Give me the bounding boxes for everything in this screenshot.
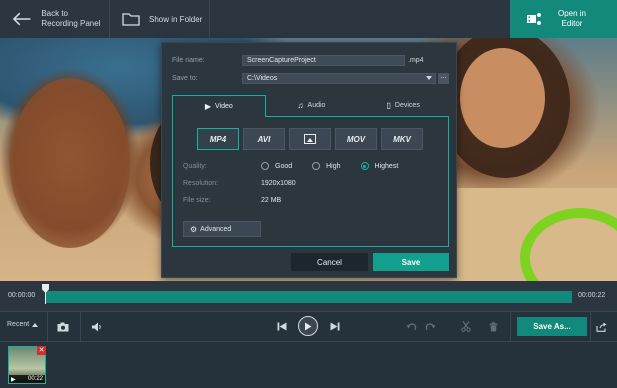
save-to-label: Save to: — [172, 75, 198, 82]
resolution-label: Resolution: — [183, 180, 219, 187]
redo-icon — [425, 323, 435, 331]
speaker-icon — [92, 322, 101, 331]
skip-forward-icon — [330, 322, 340, 331]
recent-recordings-strip: ✕ ▶ 00:22 — [0, 342, 617, 388]
chevron-up-icon — [32, 322, 39, 327]
save-to-row: Save to: C:\Videos ... — [172, 73, 449, 84]
format-selector: MP4 AVI MOV MKV — [197, 128, 427, 150]
back-button-label: Back to Recording Panel — [41, 9, 101, 28]
quality-label: Quality: — [183, 162, 207, 170]
scissors-icon — [461, 321, 471, 332]
top-toolbar: Back to Recording Panel Show in Folder O… — [0, 0, 617, 38]
quality-row: Quality: Good High Highest — [183, 162, 418, 170]
open-in-editor-button[interactable]: Open in Editor — [510, 0, 617, 38]
tab-video-label: Video — [215, 103, 233, 110]
start-time: 00:00:00 — [8, 292, 36, 299]
snapshot-button[interactable] — [55, 320, 71, 333]
undo-icon — [406, 323, 416, 331]
resolution-value: 1920x1080 — [261, 180, 296, 187]
play-icon: ▶ — [11, 376, 16, 383]
folder-icon — [122, 13, 140, 26]
resolution-row: Resolution: 1920x1080 — [183, 180, 296, 187]
format-mkv-button[interactable]: MKV — [381, 128, 423, 150]
recent-dropdown[interactable]: Recent — [7, 321, 39, 328]
export-dialog: File name: ScreenCaptureProject .mp4 Sav… — [161, 42, 457, 278]
trash-icon — [489, 321, 497, 331]
export-tabs: ▶ Video ♫ Audio ▯ Devices — [172, 95, 450, 117]
share-button[interactable] — [594, 320, 608, 333]
camera-icon — [57, 322, 69, 331]
timeline: 00:00:00 00:00:22 — [0, 281, 617, 311]
play-button[interactable] — [298, 316, 318, 336]
film-scissors-icon — [527, 13, 541, 25]
save-as-button[interactable]: Save As... — [517, 317, 587, 336]
tab-audio-label: Audio — [307, 102, 326, 109]
timeline-track[interactable] — [46, 291, 572, 303]
tab-video[interactable]: ▶ Video — [172, 95, 266, 117]
back-to-recording-panel-button[interactable]: Back to Recording Panel — [0, 0, 110, 38]
image-icon — [304, 134, 316, 144]
file-size-label: File size: — [183, 197, 211, 204]
format-image-button[interactable] — [289, 128, 331, 150]
tab-audio[interactable]: ♫ Audio — [265, 95, 358, 117]
file-name-label: File name: — [172, 57, 205, 64]
file-size-row: File size: 22 MB — [183, 197, 281, 204]
save-button[interactable]: Save — [373, 253, 449, 271]
skip-to-end-button[interactable] — [328, 320, 342, 333]
show-in-folder-button[interactable]: Show in Folder — [110, 0, 210, 38]
save-to-dropdown[interactable]: C:\Videos — [242, 73, 436, 84]
advanced-button[interactable]: ⚙ Advanced — [183, 221, 261, 237]
app-window: Back to Recording Panel Show in Folder O… — [0, 0, 617, 388]
show-in-folder-label: Show in Folder — [149, 14, 203, 24]
music-note-icon: ♫ — [297, 101, 304, 110]
file-name-row: File name: ScreenCaptureProject .mp4 — [172, 55, 424, 66]
skip-back-icon — [277, 322, 287, 331]
delete-button[interactable] — [486, 320, 500, 333]
tab-devices[interactable]: ▯ Devices — [357, 95, 450, 117]
phone-icon: ▯ — [386, 101, 391, 110]
thumbnail-info-bar: ▶ 00:22 — [9, 375, 45, 383]
video-settings-panel: MP4 AVI MOV MKV Quality: Good High Highe… — [172, 117, 449, 247]
format-mp4-button[interactable]: MP4 — [197, 128, 239, 150]
redo-button[interactable] — [423, 320, 437, 333]
file-size-value: 22 MB — [261, 197, 282, 204]
gear-icon: ⚙ — [190, 224, 198, 234]
quality-high-radio[interactable]: High — [312, 162, 341, 170]
format-mov-button[interactable]: MOV — [335, 128, 377, 150]
thumbnail-duration: 00:22 — [27, 376, 43, 382]
cut-button[interactable] — [459, 320, 473, 333]
save-to-value: C:\Videos — [247, 75, 278, 82]
recording-thumbnail[interactable]: ✕ ▶ 00:22 — [8, 346, 46, 384]
recent-label: Recent — [7, 321, 30, 328]
format-avi-button[interactable]: AVI — [243, 128, 285, 150]
close-icon[interactable]: ✕ — [37, 346, 46, 355]
advanced-label: Advanced — [200, 225, 232, 233]
chevron-down-icon — [426, 76, 432, 80]
quality-good-radio[interactable]: Good — [261, 162, 292, 170]
quality-highest-radio[interactable]: Highest — [360, 162, 398, 170]
tab-devices-label: Devices — [394, 102, 420, 109]
browse-button[interactable]: ... — [438, 73, 449, 84]
arrow-left-icon — [12, 12, 31, 26]
film-icon: ▶ — [204, 102, 212, 111]
file-extension: .mp4 — [408, 57, 424, 64]
volume-button[interactable] — [89, 320, 105, 333]
share-icon — [595, 322, 606, 332]
play-icon — [305, 322, 312, 330]
file-name-input[interactable]: ScreenCaptureProject — [242, 55, 405, 66]
undo-button[interactable] — [404, 320, 418, 333]
skip-to-start-button[interactable] — [275, 320, 289, 333]
open-in-editor-label: Open in Editor — [557, 9, 587, 28]
cancel-button[interactable]: Cancel — [291, 253, 368, 271]
end-time: 00:00:22 — [578, 292, 606, 299]
playback-controls: Recent Save As... — [0, 311, 617, 342]
